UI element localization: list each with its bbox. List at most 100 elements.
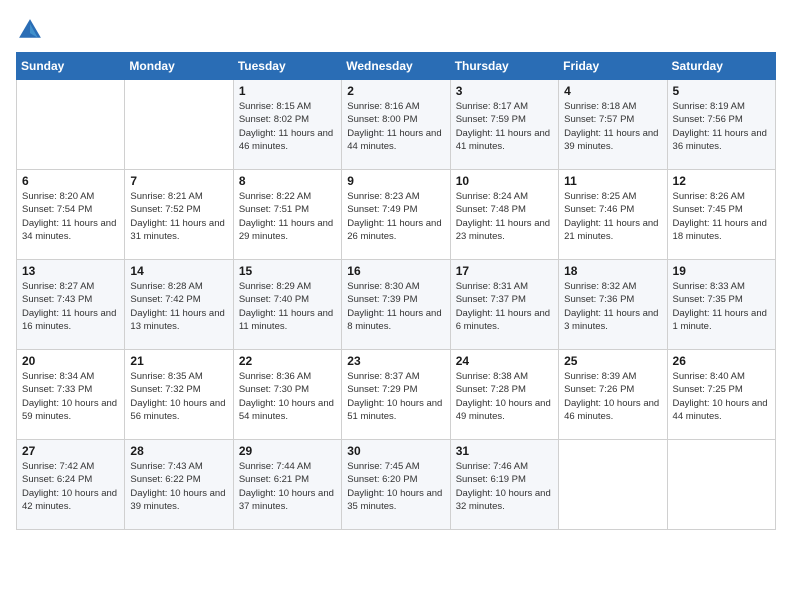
day-cell xyxy=(667,440,775,530)
day-info: Sunrise: 8:22 AM Sunset: 7:51 PM Dayligh… xyxy=(239,190,336,243)
week-row-3: 13Sunrise: 8:27 AM Sunset: 7:43 PM Dayli… xyxy=(17,260,776,350)
day-number: 16 xyxy=(347,264,444,278)
day-number: 2 xyxy=(347,84,444,98)
day-number: 9 xyxy=(347,174,444,188)
day-info: Sunrise: 8:26 AM Sunset: 7:45 PM Dayligh… xyxy=(673,190,770,243)
day-cell: 15 Sunrise: 8:29 AM Sunset: 7:40 PM Dayli… xyxy=(233,260,341,350)
day-info: Sunrise: 7:44 AM Sunset: 6:21 PM Dayligh… xyxy=(239,460,336,513)
day-cell: 17 Sunrise: 8:31 AM Sunset: 7:37 PM Dayli… xyxy=(450,260,558,350)
header-saturday: Saturday xyxy=(667,53,775,80)
day-info: Sunrise: 8:39 AM Sunset: 7:26 PM Dayligh… xyxy=(564,370,661,423)
day-info: Sunrise: 7:45 AM Sunset: 6:20 PM Dayligh… xyxy=(347,460,444,513)
day-number: 19 xyxy=(673,264,770,278)
day-cell: 3 Sunrise: 8:17 AM Sunset: 7:59 PM Daylig… xyxy=(450,80,558,170)
day-number: 3 xyxy=(456,84,553,98)
day-number: 24 xyxy=(456,354,553,368)
logo xyxy=(16,16,48,44)
day-number: 22 xyxy=(239,354,336,368)
day-cell: 22 Sunrise: 8:36 AM Sunset: 7:30 PM Dayli… xyxy=(233,350,341,440)
day-info: Sunrise: 8:28 AM Sunset: 7:42 PM Dayligh… xyxy=(130,280,227,333)
day-number: 17 xyxy=(456,264,553,278)
day-cell: 4Sunrise: 8:18 AM Sunset: 7:57 PM Daylig… xyxy=(559,80,667,170)
day-info: Sunrise: 8:31 AM Sunset: 7:37 PM Dayligh… xyxy=(456,280,553,333)
day-number: 7 xyxy=(130,174,227,188)
day-info: Sunrise: 8:24 AM Sunset: 7:48 PM Dayligh… xyxy=(456,190,553,243)
day-info: Sunrise: 8:40 AM Sunset: 7:25 PM Dayligh… xyxy=(673,370,770,423)
day-info: Sunrise: 8:20 AM Sunset: 7:54 PM Dayligh… xyxy=(22,190,119,243)
day-number: 14 xyxy=(130,264,227,278)
week-row-5: 27Sunrise: 7:42 AM Sunset: 6:24 PM Dayli… xyxy=(17,440,776,530)
day-info: Sunrise: 7:43 AM Sunset: 6:22 PM Dayligh… xyxy=(130,460,227,513)
day-number: 29 xyxy=(239,444,336,458)
day-cell: 29 Sunrise: 7:44 AM Sunset: 6:21 PM Dayli… xyxy=(233,440,341,530)
day-cell: 1 Sunrise: 8:15 AM Sunset: 8:02 PM Daylig… xyxy=(233,80,341,170)
day-number: 25 xyxy=(564,354,661,368)
day-number: 15 xyxy=(239,264,336,278)
day-number: 28 xyxy=(130,444,227,458)
day-cell: 13Sunrise: 8:27 AM Sunset: 7:43 PM Dayli… xyxy=(17,260,125,350)
day-number: 11 xyxy=(564,174,661,188)
day-cell: 30 Sunrise: 7:45 AM Sunset: 6:20 PM Dayli… xyxy=(342,440,450,530)
header-thursday: Thursday xyxy=(450,53,558,80)
day-cell: 25 Sunrise: 8:39 AM Sunset: 7:26 PM Dayli… xyxy=(559,350,667,440)
header xyxy=(16,16,776,44)
day-info: Sunrise: 8:25 AM Sunset: 7:46 PM Dayligh… xyxy=(564,190,661,243)
day-cell: 11 Sunrise: 8:25 AM Sunset: 7:46 PM Dayli… xyxy=(559,170,667,260)
day-cell: 24Sunrise: 8:38 AM Sunset: 7:28 PM Dayli… xyxy=(450,350,558,440)
day-cell: 6 Sunrise: 8:20 AM Sunset: 7:54 PM Daylig… xyxy=(17,170,125,260)
day-number: 6 xyxy=(22,174,119,188)
week-row-1: 1 Sunrise: 8:15 AM Sunset: 8:02 PM Daylig… xyxy=(17,80,776,170)
header-monday: Monday xyxy=(125,53,233,80)
day-number: 10 xyxy=(456,174,553,188)
day-info: Sunrise: 8:21 AM Sunset: 7:52 PM Dayligh… xyxy=(130,190,227,243)
day-number: 13 xyxy=(22,264,119,278)
week-row-2: 6 Sunrise: 8:20 AM Sunset: 7:54 PM Daylig… xyxy=(17,170,776,260)
day-cell: 26 Sunrise: 8:40 AM Sunset: 7:25 PM Dayli… xyxy=(667,350,775,440)
day-number: 20 xyxy=(22,354,119,368)
header-friday: Friday xyxy=(559,53,667,80)
day-cell xyxy=(17,80,125,170)
day-cell: 12Sunrise: 8:26 AM Sunset: 7:45 PM Dayli… xyxy=(667,170,775,260)
week-row-4: 20Sunrise: 8:34 AM Sunset: 7:33 PM Dayli… xyxy=(17,350,776,440)
day-number: 5 xyxy=(673,84,770,98)
day-info: Sunrise: 8:32 AM Sunset: 7:36 PM Dayligh… xyxy=(564,280,661,333)
day-number: 31 xyxy=(456,444,553,458)
weekday-header-row: SundayMondayTuesdayWednesdayThursdayFrid… xyxy=(17,53,776,80)
day-cell: 27Sunrise: 7:42 AM Sunset: 6:24 PM Dayli… xyxy=(17,440,125,530)
day-number: 23 xyxy=(347,354,444,368)
day-cell: 23 Sunrise: 8:37 AM Sunset: 7:29 PM Dayli… xyxy=(342,350,450,440)
day-info: Sunrise: 8:15 AM Sunset: 8:02 PM Dayligh… xyxy=(239,100,336,153)
calendar-table: SundayMondayTuesdayWednesdayThursdayFrid… xyxy=(16,52,776,530)
day-info: Sunrise: 8:30 AM Sunset: 7:39 PM Dayligh… xyxy=(347,280,444,333)
header-wednesday: Wednesday xyxy=(342,53,450,80)
day-number: 18 xyxy=(564,264,661,278)
day-cell: 7 Sunrise: 8:21 AM Sunset: 7:52 PM Daylig… xyxy=(125,170,233,260)
day-info: Sunrise: 8:36 AM Sunset: 7:30 PM Dayligh… xyxy=(239,370,336,423)
day-cell: 14 Sunrise: 8:28 AM Sunset: 7:42 PM Dayli… xyxy=(125,260,233,350)
header-tuesday: Tuesday xyxy=(233,53,341,80)
day-number: 26 xyxy=(673,354,770,368)
day-info: Sunrise: 8:17 AM Sunset: 7:59 PM Dayligh… xyxy=(456,100,553,153)
day-info: Sunrise: 8:19 AM Sunset: 7:56 PM Dayligh… xyxy=(673,100,770,153)
day-cell: 10 Sunrise: 8:24 AM Sunset: 7:48 PM Dayli… xyxy=(450,170,558,260)
day-cell: 8 Sunrise: 8:22 AM Sunset: 7:51 PM Daylig… xyxy=(233,170,341,260)
day-info: Sunrise: 8:33 AM Sunset: 7:35 PM Dayligh… xyxy=(673,280,770,333)
day-number: 8 xyxy=(239,174,336,188)
day-cell: 9 Sunrise: 8:23 AM Sunset: 7:49 PM Daylig… xyxy=(342,170,450,260)
day-cell: 18 Sunrise: 8:32 AM Sunset: 7:36 PM Dayli… xyxy=(559,260,667,350)
day-info: Sunrise: 8:23 AM Sunset: 7:49 PM Dayligh… xyxy=(347,190,444,243)
day-cell: 31 Sunrise: 7:46 AM Sunset: 6:19 PM Dayli… xyxy=(450,440,558,530)
day-info: Sunrise: 8:29 AM Sunset: 7:40 PM Dayligh… xyxy=(239,280,336,333)
day-number: 30 xyxy=(347,444,444,458)
day-cell: 28 Sunrise: 7:43 AM Sunset: 6:22 PM Dayli… xyxy=(125,440,233,530)
day-cell: 20Sunrise: 8:34 AM Sunset: 7:33 PM Dayli… xyxy=(17,350,125,440)
header-sunday: Sunday xyxy=(17,53,125,80)
day-cell: 19 Sunrise: 8:33 AM Sunset: 7:35 PM Dayli… xyxy=(667,260,775,350)
day-info: Sunrise: 8:37 AM Sunset: 7:29 PM Dayligh… xyxy=(347,370,444,423)
day-info: Sunrise: 7:46 AM Sunset: 6:19 PM Dayligh… xyxy=(456,460,553,513)
day-cell: 5 Sunrise: 8:19 AM Sunset: 7:56 PM Daylig… xyxy=(667,80,775,170)
day-number: 1 xyxy=(239,84,336,98)
day-cell: 16 Sunrise: 8:30 AM Sunset: 7:39 PM Dayli… xyxy=(342,260,450,350)
logo-icon xyxy=(16,16,44,44)
day-info: Sunrise: 8:35 AM Sunset: 7:32 PM Dayligh… xyxy=(130,370,227,423)
